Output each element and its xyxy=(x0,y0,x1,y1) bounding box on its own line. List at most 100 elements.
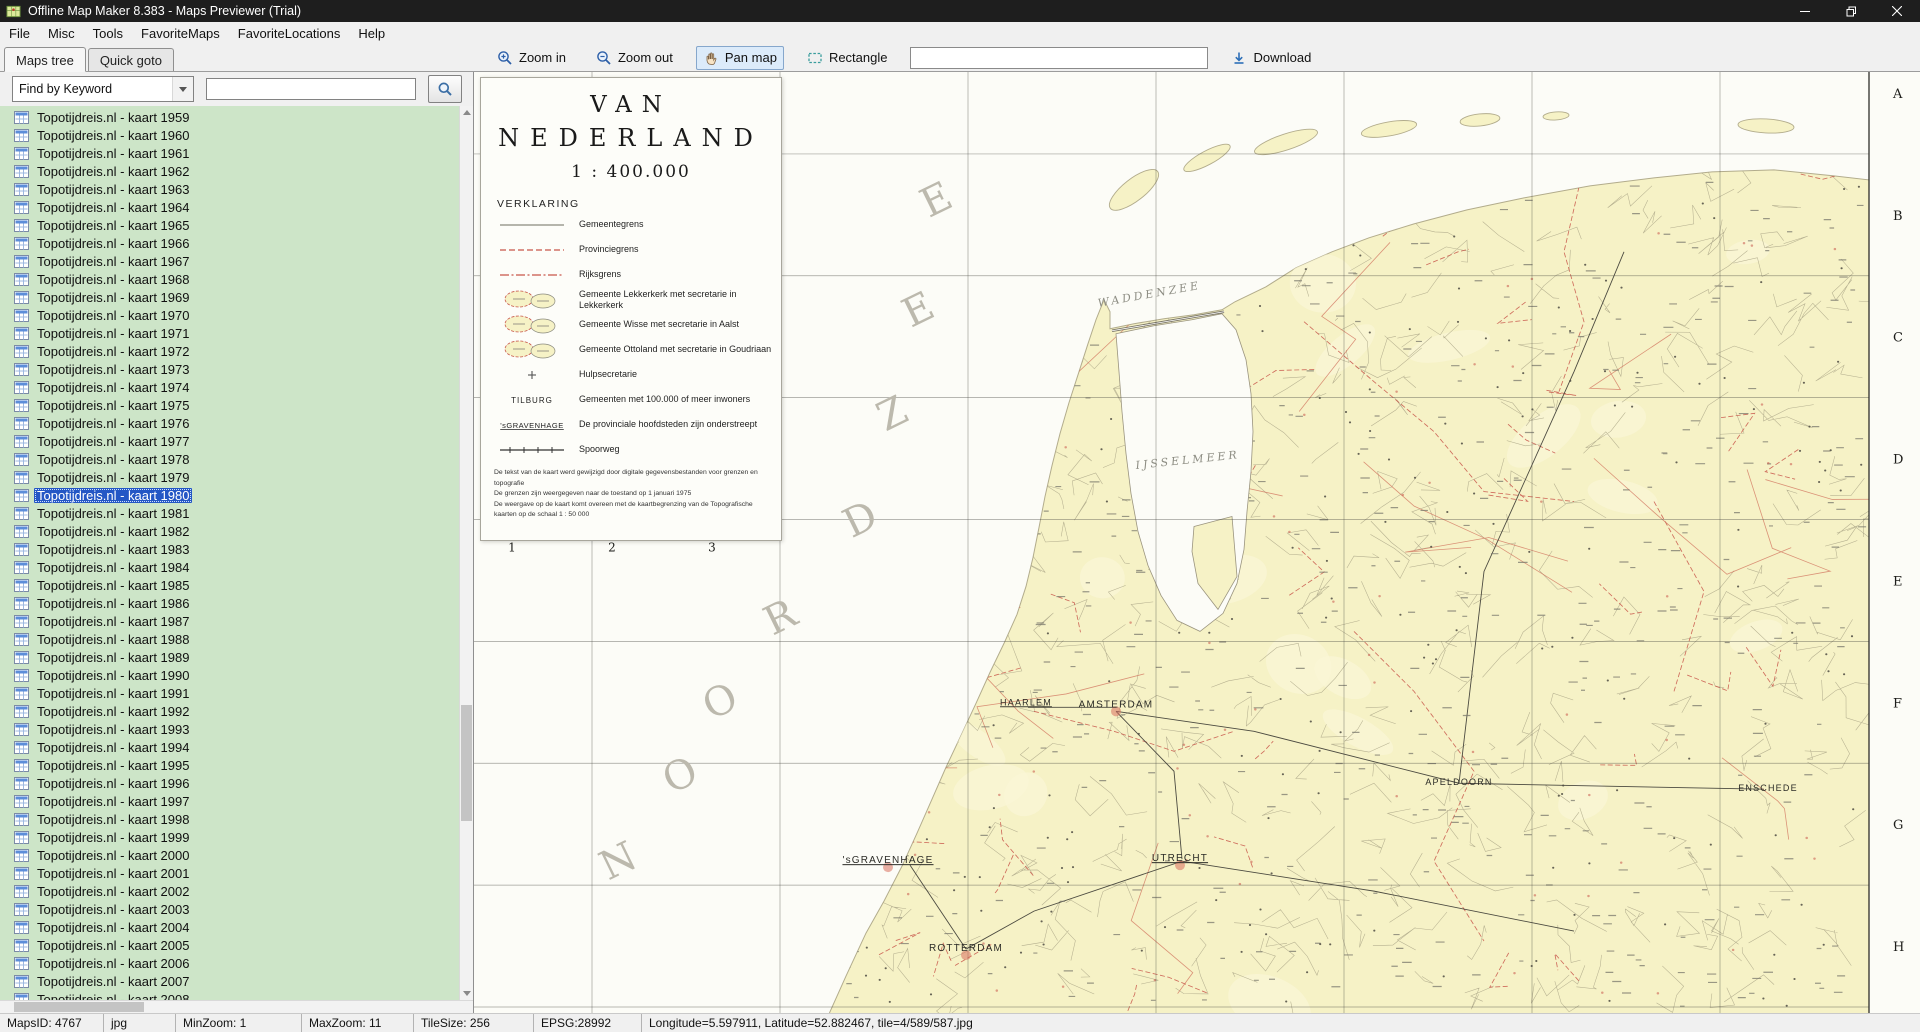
tree-item-1993[interactable]: Topotijdreis.nl - kaart 1993 xyxy=(0,720,473,738)
tree-item-2006[interactable]: Topotijdreis.nl - kaart 2006 xyxy=(0,954,473,972)
tree-item-1982[interactable]: Topotijdreis.nl - kaart 1982 xyxy=(0,522,473,540)
tree-item-1971[interactable]: Topotijdreis.nl - kaart 1971 xyxy=(0,324,473,342)
tree-item-1977[interactable]: Topotijdreis.nl - kaart 1977 xyxy=(0,432,473,450)
horizontal-scrollbar[interactable] xyxy=(0,1000,473,1013)
tree-item-1966[interactable]: Topotijdreis.nl - kaart 1966 xyxy=(0,234,473,252)
tree-item-1972[interactable]: Topotijdreis.nl - kaart 1972 xyxy=(0,342,473,360)
tree-item-2004[interactable]: Topotijdreis.nl - kaart 2004 xyxy=(0,918,473,936)
close-button[interactable] xyxy=(1874,0,1920,22)
vertical-scrollbar[interactable] xyxy=(459,106,473,1000)
zoom-in-button[interactable]: Zoom in xyxy=(490,46,573,70)
tree-item-1996[interactable]: Topotijdreis.nl - kaart 1996 xyxy=(0,774,473,792)
tree-item-1997[interactable]: Topotijdreis.nl - kaart 1997 xyxy=(0,792,473,810)
tree-item-label: Topotijdreis.nl - kaart 1966 xyxy=(34,236,192,251)
map-file-icon xyxy=(14,525,29,538)
tree-item-1973[interactable]: Topotijdreis.nl - kaart 1973 xyxy=(0,360,473,378)
tree-item-1963[interactable]: Topotijdreis.nl - kaart 1963 xyxy=(0,180,473,198)
tree-item-1961[interactable]: Topotijdreis.nl - kaart 1961 xyxy=(0,144,473,162)
status-segment-1: MapsID: 4767 xyxy=(0,1014,104,1032)
tree-item-1967[interactable]: Topotijdreis.nl - kaart 1967 xyxy=(0,252,473,270)
tree-item-1979[interactable]: Topotijdreis.nl - kaart 1979 xyxy=(0,468,473,486)
menu-misc[interactable]: Misc xyxy=(39,24,84,43)
keyword-search-input[interactable] xyxy=(206,78,416,100)
tree-item-1998[interactable]: Topotijdreis.nl - kaart 1998 xyxy=(0,810,473,828)
tree-item-label: Topotijdreis.nl - kaart 1985 xyxy=(34,578,192,593)
map-file-icon xyxy=(14,471,29,484)
tree-item-1962[interactable]: Topotijdreis.nl - kaart 1962 xyxy=(0,162,473,180)
tree-item-2005[interactable]: Topotijdreis.nl - kaart 2005 xyxy=(0,936,473,954)
tree-item-label: Topotijdreis.nl - kaart 1998 xyxy=(34,812,192,827)
tree-item-2007[interactable]: Topotijdreis.nl - kaart 2007 xyxy=(0,972,473,990)
tree-item-2001[interactable]: Topotijdreis.nl - kaart 2001 xyxy=(0,864,473,882)
tree-item-1994[interactable]: Topotijdreis.nl - kaart 1994 xyxy=(0,738,473,756)
tree-item-1987[interactable]: Topotijdreis.nl - kaart 1987 xyxy=(0,612,473,630)
legend-swatch-blob-1 xyxy=(493,288,571,312)
tree-item-2000[interactable]: Topotijdreis.nl - kaart 2000 xyxy=(0,846,473,864)
tree-item-1992[interactable]: Topotijdreis.nl - kaart 1992 xyxy=(0,702,473,720)
tree-item-1984[interactable]: Topotijdreis.nl - kaart 1984 xyxy=(0,558,473,576)
tree-item-1990[interactable]: Topotijdreis.nl - kaart 1990 xyxy=(0,666,473,684)
menu-favoritelocations[interactable]: FavoriteLocations xyxy=(229,24,350,43)
minimize-button[interactable] xyxy=(1782,0,1828,22)
tree-item-1999[interactable]: Topotijdreis.nl - kaart 1999 xyxy=(0,828,473,846)
tree-item-1989[interactable]: Topotijdreis.nl - kaart 1989 xyxy=(0,648,473,666)
menu-favoritemaps[interactable]: FavoriteMaps xyxy=(132,24,229,43)
find-mode-dropdown[interactable]: Find by Keyword xyxy=(12,76,194,102)
scroll-up-icon[interactable] xyxy=(460,106,473,119)
tab-maps-tree[interactable]: Maps tree xyxy=(4,47,86,72)
tree-item-1986[interactable]: Topotijdreis.nl - kaart 1986 xyxy=(0,594,473,612)
tree-item-1976[interactable]: Topotijdreis.nl - kaart 1976 xyxy=(0,414,473,432)
legend-row-label: Spoorweg xyxy=(579,444,620,454)
map-file-icon xyxy=(14,561,29,574)
tree-item-1980[interactable]: Topotijdreis.nl - kaart 1980 xyxy=(0,486,473,504)
download-button[interactable]: Download xyxy=(1224,46,1318,70)
tree-item-1959[interactable]: Topotijdreis.nl - kaart 1959 xyxy=(0,108,473,126)
chevron-down-icon[interactable] xyxy=(172,77,193,101)
tree-item-1970[interactable]: Topotijdreis.nl - kaart 1970 xyxy=(0,306,473,324)
tree-item-1968[interactable]: Topotijdreis.nl - kaart 1968 xyxy=(0,270,473,288)
tree-item-1988[interactable]: Topotijdreis.nl - kaart 1988 xyxy=(0,630,473,648)
tree-item-2002[interactable]: Topotijdreis.nl - kaart 2002 xyxy=(0,882,473,900)
map-file-icon xyxy=(14,597,29,610)
vertical-scroll-thumb[interactable] xyxy=(461,705,472,821)
tab-quick-goto[interactable]: Quick goto xyxy=(88,48,174,71)
tree-item-2008[interactable]: Topotijdreis.nl - kaart 2008 xyxy=(0,990,473,1000)
rectangle-button[interactable]: Rectangle xyxy=(800,46,895,70)
legend-row-9: 'sGRAVENHAGEDe provinciale hoofdsteden z… xyxy=(493,412,773,437)
tree-item-1983[interactable]: Topotijdreis.nl - kaart 1983 xyxy=(0,540,473,558)
tree-item-1978[interactable]: Topotijdreis.nl - kaart 1978 xyxy=(0,450,473,468)
tree-item-1974[interactable]: Topotijdreis.nl - kaart 1974 xyxy=(0,378,473,396)
svg-text:TILBURG: TILBURG xyxy=(511,396,553,405)
horizontal-scroll-thumb[interactable] xyxy=(14,1002,144,1012)
tree-item-1969[interactable]: Topotijdreis.nl - kaart 1969 xyxy=(0,288,473,306)
map-file-icon xyxy=(14,255,29,268)
tree-item-label: Topotijdreis.nl - kaart 1990 xyxy=(34,668,192,683)
pan-map-button[interactable]: Pan map xyxy=(696,46,784,70)
tree-item-label: Topotijdreis.nl - kaart 2008 xyxy=(34,992,192,1001)
tree-item-label: Topotijdreis.nl - kaart 1968 xyxy=(34,272,192,287)
tree-item-1981[interactable]: Topotijdreis.nl - kaart 1981 xyxy=(0,504,473,522)
search-button[interactable] xyxy=(428,75,462,103)
tree-item-2003[interactable]: Topotijdreis.nl - kaart 2003 xyxy=(0,900,473,918)
toolbar-input[interactable] xyxy=(910,47,1208,69)
menu-file[interactable]: File xyxy=(0,24,39,43)
restore-button[interactable] xyxy=(1828,0,1874,22)
menu-help[interactable]: Help xyxy=(349,24,394,43)
tree-item-label: Topotijdreis.nl - kaart 2004 xyxy=(34,920,192,935)
tree-item-1964[interactable]: Topotijdreis.nl - kaart 1964 xyxy=(0,198,473,216)
tree-item-1975[interactable]: Topotijdreis.nl - kaart 1975 xyxy=(0,396,473,414)
tree-item-label: Topotijdreis.nl - kaart 2007 xyxy=(34,974,192,989)
legend-row-label: Rijksgrens xyxy=(579,269,621,279)
map-file-icon xyxy=(14,957,29,970)
tree-item-1995[interactable]: Topotijdreis.nl - kaart 1995 xyxy=(0,756,473,774)
scroll-down-icon[interactable] xyxy=(460,987,473,1000)
menu-tools[interactable]: Tools xyxy=(84,24,132,43)
zoom-out-button[interactable]: Zoom out xyxy=(589,46,680,70)
tree-item-1965[interactable]: Topotijdreis.nl - kaart 1965 xyxy=(0,216,473,234)
legend-row-8: TILBURG Gemeenten met 100.000 of meer inw… xyxy=(493,387,773,412)
tree-item-1991[interactable]: Topotijdreis.nl - kaart 1991 xyxy=(0,684,473,702)
tree-item-label: Topotijdreis.nl - kaart 2002 xyxy=(34,884,192,899)
tree-item-1960[interactable]: Topotijdreis.nl - kaart 1960 xyxy=(0,126,473,144)
legend-row-label: Gemeenten met 100.000 of meer inwoners xyxy=(579,394,750,404)
tree-item-1985[interactable]: Topotijdreis.nl - kaart 1985 xyxy=(0,576,473,594)
